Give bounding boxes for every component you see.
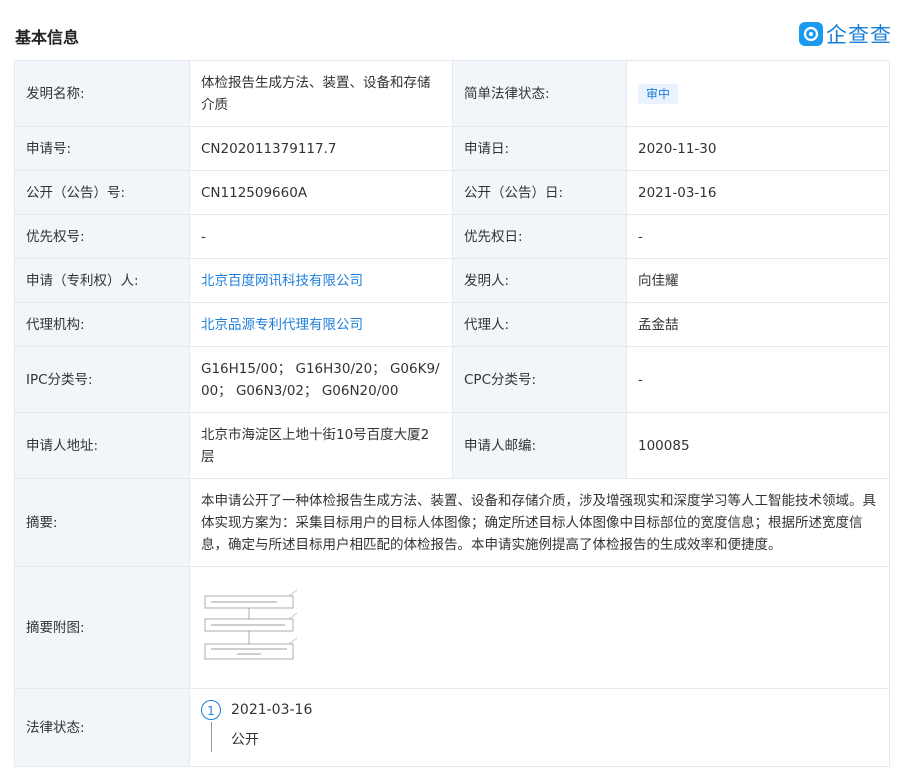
priority-number-label: 优先权号: [14,214,190,259]
abstract-value: 本申请公开了一种体检报告生成方法、装置、设备和存储介质，涉及增强现实和深度学习等… [189,478,890,567]
agency-label: 代理机构: [14,302,190,347]
priority-date-label: 优先权日: [452,214,627,259]
table-row: 法律状态: 1 2021-03-16 公开 [14,688,890,767]
publication-number-label: 公开（公告）号: [14,170,190,215]
publication-date-value: 2021-03-16 [626,170,890,215]
agent-label: 代理人: [452,302,627,347]
priority-number-value: - [189,214,453,259]
table-row: 摘要: 本申请公开了一种体检报告生成方法、装置、设备和存储介质，涉及增强现实和深… [14,478,890,567]
table-row: IPC分类号: G16H15/00； G16H30/20； G06K9/00； … [14,346,890,413]
cpc-label: CPC分类号: [452,346,627,413]
priority-date-value: - [626,214,890,259]
table-row: 摘要附图: [14,566,890,689]
application-number-label: 申请号: [14,126,190,171]
legal-status-label: 简单法律状态: [452,60,627,127]
table-row: 代理机构: 北京品源专利代理有限公司 代理人: 孟金喆 [14,302,890,347]
status-badge: 审中 [638,83,679,104]
agency-link[interactable]: 北京品源专利代理有限公司 [201,317,363,333]
basic-info-table: 发明名称: 体检报告生成方法、装置、设备和存储介质 简单法律状态: 审中 申请号… [14,60,890,767]
application-date-label: 申请日: [452,126,627,171]
postal-code-label: 申请人邮编: [452,412,627,479]
qichacha-logo-icon [799,22,823,46]
publication-date-label: 公开（公告）日: [452,170,627,215]
ipc-value: G16H15/00； G16H30/20； G06K9/00； G06N3/02… [189,346,453,413]
timeline-step-number: 1 [201,699,221,720]
inventor-label: 发明人: [452,258,627,303]
postal-code-value: 100085 [626,412,890,479]
table-row: 申请号: CN202011379117.7 申请日: 2020-11-30 [14,126,890,171]
legal-status-history-label: 法律状态: [14,688,190,767]
header: 基本信息 企查查 [0,0,908,60]
applicant-value: 北京百度网讯科技有限公司 [189,258,453,303]
legal-status-timeline: 1 2021-03-16 公开 [201,690,878,766]
application-number-value: CN202011379117.7 [189,126,453,171]
qichacha-logo[interactable]: 企查查 [799,20,892,48]
table-row: 申请（专利权）人: 北京百度网讯科技有限公司 发明人: 向佳耀 [14,258,890,303]
applicant-label: 申请（专利权）人: [14,258,190,303]
invention-name-value: 体检报告生成方法、装置、设备和存储介质 [189,60,453,127]
timeline-status-text: 公开 [231,731,259,748]
timeline-date: 2021-03-16 [231,701,313,718]
table-row: 发明名称: 体检报告生成方法、装置、设备和存储介质 简单法律状态: 审中 [14,60,890,127]
invention-name-label: 发明名称: [14,60,190,127]
timeline-connector [211,721,212,752]
agency-value: 北京品源专利代理有限公司 [189,302,453,347]
table-row: 优先权号: - 优先权日: - [14,214,890,259]
agent-value: 孟金喆 [626,302,890,347]
abstract-figure-label: 摘要附图: [14,566,190,689]
cpc-value: - [626,346,890,413]
applicant-address-value: 北京市海淀区上地十街10号百度大厦2层 [189,412,453,479]
abstract-figure-cell [189,566,890,689]
abstract-figure-thumbnail[interactable] [201,583,301,672]
applicant-link[interactable]: 北京百度网讯科技有限公司 [201,273,363,289]
application-date-value: 2020-11-30 [626,126,890,171]
legal-status-history-cell: 1 2021-03-16 公开 [189,688,890,767]
table-row: 公开（公告）号: CN112509660A 公开（公告）日: 2021-03-1… [14,170,890,215]
logo-text: 企查查 [826,23,892,47]
legal-status-cell: 审中 [626,60,890,127]
ipc-label: IPC分类号: [14,346,190,413]
abstract-label: 摘要: [14,478,190,567]
table-row: 申请人地址: 北京市海淀区上地十街10号百度大厦2层 申请人邮编: 100085 [14,412,890,479]
page-title: 基本信息 [15,28,80,47]
applicant-address-label: 申请人地址: [14,412,190,479]
inventor-value: 向佳耀 [626,258,890,303]
publication-number-value: CN112509660A [189,170,453,215]
